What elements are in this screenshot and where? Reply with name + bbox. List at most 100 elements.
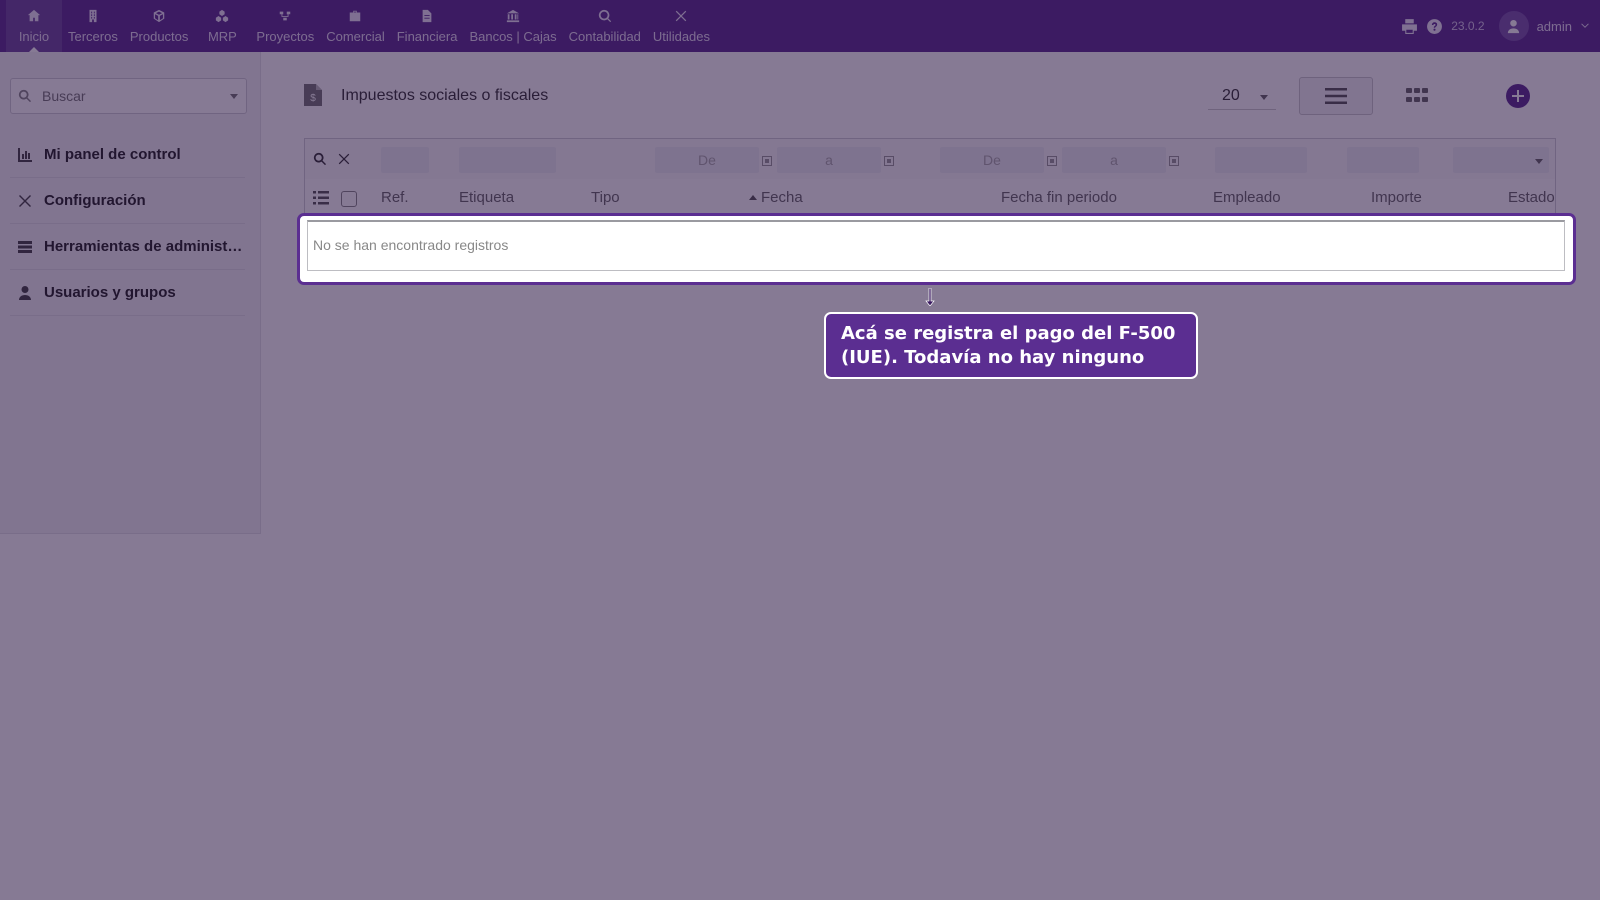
file-invoice-dollar-icon: $ <box>304 84 322 106</box>
sidebar-item-label: Usuarios y grupos <box>44 284 176 301</box>
tab-label: Inicio <box>18 29 50 44</box>
filter-amount-input[interactable] <box>1347 147 1419 173</box>
sidebar-search[interactable] <box>10 78 247 114</box>
tour-tooltip: Acá se registra el pago del F-500 (IUE).… <box>824 312 1198 379</box>
column-header-status[interactable]: Estado <box>1508 189 1555 206</box>
column-select-icon[interactable] <box>313 191 329 205</box>
calendar-icon[interactable] <box>884 156 894 166</box>
filter-end-date-from[interactable]: De <box>940 147 1044 173</box>
tab-comercial[interactable]: Comercial <box>320 0 391 52</box>
page-limit-select[interactable]: 20 <box>1208 82 1276 110</box>
calendar-icon[interactable] <box>1169 156 1179 166</box>
calendar-icon[interactable] <box>762 156 772 166</box>
sidebar-item-panel[interactable]: Mi panel de control <box>10 132 245 178</box>
tab-productos[interactable]: Productos <box>124 0 195 52</box>
home-icon <box>27 9 41 22</box>
clear-filter-icon[interactable] <box>337 152 351 166</box>
chevron-down-icon[interactable] <box>230 94 238 99</box>
user-name: admin <box>1536 18 1572 34</box>
grid-icon <box>1406 88 1428 102</box>
search-input[interactable] <box>42 88 222 104</box>
sidebar-item-herramientas[interactable]: Herramientas de administración <box>10 224 245 270</box>
tools-icon <box>19 194 31 207</box>
avatar <box>1498 11 1529 41</box>
sidebar-item-label: Mi panel de control <box>44 146 181 163</box>
tab-bancos-cajas[interactable]: Bancos | Cajas <box>463 0 562 52</box>
sidebar-item-label: Configuración <box>44 192 146 209</box>
column-header-amount[interactable]: Importe <box>1371 189 1422 206</box>
search-icon[interactable] <box>313 152 327 166</box>
column-header-end-date[interactable]: Fecha fin periodo <box>1001 189 1117 206</box>
sidebar-item-label: Herramientas de administración <box>44 238 245 255</box>
new-record-button[interactable] <box>1506 84 1530 108</box>
building-icon <box>89 9 97 23</box>
user-icon <box>19 285 31 300</box>
filter-end-date-to[interactable]: a <box>1062 147 1166 173</box>
tour-arrow-icon <box>925 288 935 306</box>
column-header-date[interactable]: Fecha <box>761 189 803 206</box>
sitemap-icon <box>280 11 291 21</box>
bank-icon <box>506 9 520 23</box>
filter-date-from[interactable]: De <box>655 147 759 173</box>
sidebar-item-configuracion[interactable]: Configuración <box>10 178 245 224</box>
chevron-down-icon <box>1260 95 1268 100</box>
cubes-icon <box>216 9 229 23</box>
version-label: 23.0.2 <box>1451 19 1485 33</box>
empty-message: No se han encontrado registros <box>313 237 509 253</box>
tab-label: Financiera <box>396 29 458 44</box>
top-menu-bar: Inicio Terceros Productos MRP Proyectos … <box>0 0 1600 53</box>
server-icon <box>18 240 32 253</box>
list-view-button[interactable] <box>1299 77 1373 115</box>
filter-label-input[interactable] <box>459 147 556 173</box>
tab-terceros[interactable]: Terceros <box>62 0 124 52</box>
tab-label: Comercial <box>326 29 385 44</box>
calendar-icon[interactable] <box>1047 156 1057 166</box>
page-title: Impuestos sociales o fiscales <box>341 87 549 104</box>
filter-employee-input[interactable] <box>1215 147 1307 173</box>
sidebar-menu: Mi panel de control Configuración Herram… <box>10 132 245 316</box>
svg-text:$: $ <box>310 93 316 104</box>
tab-utilidades[interactable]: Utilidades <box>647 0 716 52</box>
plus-icon <box>1512 90 1524 102</box>
tab-label: Proyectos <box>256 29 315 44</box>
tab-label: Utilidades <box>652 29 711 44</box>
sort-asc-icon <box>749 195 757 200</box>
tour-highlight: No se han encontrado registros <box>297 213 1576 285</box>
column-header-ref[interactable]: Ref. <box>381 189 409 206</box>
help-icon[interactable] <box>1426 18 1443 35</box>
list-icon <box>1325 88 1347 104</box>
tab-financiera[interactable]: Financiera <box>391 0 464 52</box>
tab-label: Bancos | Cajas <box>469 29 557 44</box>
left-sidebar: Mi panel de control Configuración Herram… <box>0 52 261 534</box>
top-right-tools: 23.0.2 admin <box>1401 0 1600 52</box>
print-icon[interactable] <box>1401 18 1418 35</box>
user-icon <box>1507 19 1520 33</box>
filter-ref-input[interactable] <box>381 147 429 173</box>
filter-row: De a De a <box>305 139 1555 179</box>
tab-inicio[interactable]: Inicio <box>6 0 62 53</box>
tab-label: Terceros <box>68 29 118 44</box>
search-dollar-icon <box>598 9 611 23</box>
column-header-type[interactable]: Tipo <box>591 189 620 206</box>
table-row: No se han encontrado registros <box>307 220 1565 271</box>
select-all-checkbox[interactable] <box>341 191 357 207</box>
tools-icon <box>676 10 687 22</box>
briefcase-icon <box>350 10 361 22</box>
cube-icon <box>153 9 165 23</box>
tab-label: MRP <box>207 29 237 44</box>
chart-icon <box>18 147 32 162</box>
search-icon <box>18 89 32 103</box>
chevron-down-icon <box>1535 159 1543 164</box>
tab-proyectos[interactable]: Proyectos <box>250 0 320 52</box>
kanban-view-button[interactable] <box>1405 84 1429 108</box>
tab-contabilidad[interactable]: Contabilidad <box>563 0 647 52</box>
column-header-employee[interactable]: Empleado <box>1213 189 1281 206</box>
chevron-down-icon <box>1581 23 1589 28</box>
filter-date-to[interactable]: a <box>777 147 881 173</box>
tab-label: Contabilidad <box>568 29 641 44</box>
file-invoice-icon <box>422 9 432 23</box>
user-menu[interactable]: admin <box>1498 11 1590 41</box>
sidebar-item-usuarios[interactable]: Usuarios y grupos <box>10 270 245 316</box>
tab-mrp[interactable]: MRP <box>194 0 250 52</box>
column-header-label[interactable]: Etiqueta <box>459 189 514 206</box>
